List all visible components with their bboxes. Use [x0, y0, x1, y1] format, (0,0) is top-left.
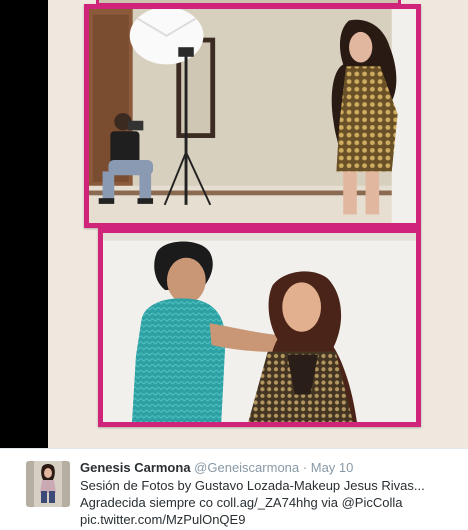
makeup-session-image — [103, 233, 416, 422]
tweet-text-line-2-body[interactable]: Agradecida siempre co coll.ag/_ZA74hhg v… — [80, 495, 342, 510]
author-handle[interactable]: @Geneiscarmona — [194, 460, 299, 475]
header-separator: · — [302, 460, 308, 475]
tweet[interactable]: Genesis Carmona @Geneiscarmona · May 10 … — [0, 448, 468, 530]
photoshoot-studio-photo[interactable] — [84, 4, 421, 228]
makeup-session-photo[interactable] — [98, 228, 421, 427]
tweet-text-line-2: Agradecida siempre co coll.ag/_ZA74hhg v… — [80, 494, 464, 511]
pic-twitter-link[interactable]: pic.twitter.com/MzPulOnQE9 — [80, 511, 464, 528]
photoshoot-studio-image — [89, 9, 416, 223]
photo-collage[interactable] — [48, 0, 468, 448]
dark-left-bar — [0, 0, 48, 448]
tweet-timestamp[interactable]: May 10 — [311, 460, 354, 475]
tweet-text-line-1: Sesión de Fotos by Gustavo Lozada-Makeup… — [80, 478, 425, 493]
author-avatar[interactable] — [26, 461, 70, 507]
tweet-text: Sesión de Fotos by Gustavo Lozada-Makeup… — [80, 477, 464, 528]
author-name[interactable]: Genesis Carmona — [80, 460, 191, 475]
profile-photo-image — [26, 461, 70, 507]
tweet-content: Genesis Carmona @Geneiscarmona · May 10 … — [80, 459, 464, 528]
tweet-header: Genesis Carmona @Geneiscarmona · May 10 — [80, 459, 464, 477]
piccolla-mention-link[interactable]: @PicColla — [342, 495, 403, 510]
